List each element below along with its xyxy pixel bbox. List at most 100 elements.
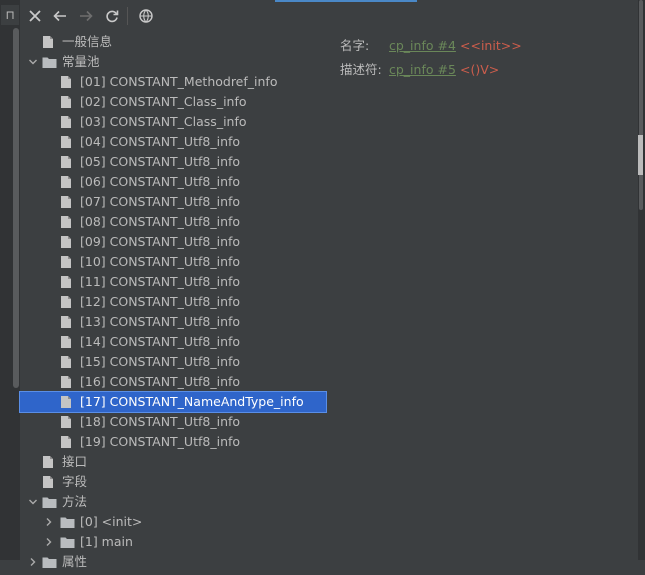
file-icon <box>60 335 74 349</box>
tree-item-method[interactable]: [1] main <box>20 532 326 552</box>
tree-item-constant[interactable]: [19] CONSTANT_Utf8_info <box>20 432 326 452</box>
tree-item-label: [05] CONSTANT_Utf8_info <box>80 154 241 169</box>
tree-item-constant[interactable]: [03] CONSTANT_Class_info <box>20 112 326 132</box>
tree-item-method[interactable]: [0] <init> <box>20 512 326 532</box>
tree-item-label: [02] CONSTANT_Class_info <box>80 94 247 109</box>
left-tool-strip: ⊓ <box>0 0 20 560</box>
refresh-icon <box>106 10 119 23</box>
descriptor-cp-link[interactable]: cp_info #5 <box>389 60 456 80</box>
file-icon <box>42 35 56 49</box>
close-icon <box>29 10 41 22</box>
refresh-button[interactable] <box>102 6 122 26</box>
tree-item-label: 常量池 <box>62 54 100 69</box>
file-icon <box>60 295 74 309</box>
file-icon <box>60 255 74 269</box>
right-scrollbar[interactable] <box>638 0 645 560</box>
file-icon <box>60 355 74 369</box>
tree-item-label: [16] CONSTANT_Utf8_info <box>80 374 241 389</box>
file-icon <box>60 155 74 169</box>
back-button[interactable] <box>50 6 70 26</box>
file-icon <box>60 115 74 129</box>
file-icon <box>60 375 74 389</box>
tree-item-label: [06] CONSTANT_Utf8_info <box>80 174 241 189</box>
tree-item-label: 一般信息 <box>62 34 113 49</box>
web-button[interactable] <box>136 6 156 26</box>
arrow-right-icon <box>80 10 93 22</box>
tree-item-label: 方法 <box>62 494 88 509</box>
name-value: <<init>> <box>460 38 522 53</box>
chevron-right-icon[interactable] <box>42 532 56 552</box>
chevron-right-icon[interactable] <box>42 512 56 532</box>
tree-item-constant[interactable]: [16] CONSTANT_Utf8_info <box>20 372 326 392</box>
tree-item-constant[interactable]: [01] CONSTANT_Methodref_info <box>20 72 326 92</box>
tree-item-constant[interactable]: [11] CONSTANT_Utf8_info <box>20 272 326 292</box>
file-icon <box>42 455 56 469</box>
tree-item-label: [08] CONSTANT_Utf8_info <box>80 214 241 229</box>
tree-item-general[interactable]: 一般信息 <box>20 32 326 52</box>
file-icon <box>60 95 74 109</box>
tree-item-label: [17] CONSTANT_NameAndType_info <box>80 394 304 409</box>
file-icon <box>60 135 74 149</box>
folder-icon <box>42 555 57 569</box>
forward-button[interactable] <box>76 6 96 26</box>
tree-item-constant[interactable]: [10] CONSTANT_Utf8_info <box>20 252 326 272</box>
tree-item-label: [01] CONSTANT_Methodref_info <box>80 74 278 89</box>
tree-item-constant[interactable]: [13] CONSTANT_Utf8_info <box>20 312 326 332</box>
file-icon <box>60 235 74 249</box>
file-icon <box>60 435 74 449</box>
tree-item-label: [04] CONSTANT_Utf8_info <box>80 134 241 149</box>
tree-item-constant[interactable]: [09] CONSTANT_Utf8_info <box>20 232 326 252</box>
tree-item-label: [11] CONSTANT_Utf8_info <box>80 274 241 289</box>
folder-icon <box>60 535 75 549</box>
chevron-down-icon[interactable] <box>26 492 40 512</box>
tree-item-constant[interactable]: [02] CONSTANT_Class_info <box>20 92 326 112</box>
scrollbar-thumb[interactable] <box>13 28 19 388</box>
side-tab[interactable]: ⊓ <box>1 5 19 25</box>
file-icon <box>60 195 74 209</box>
tree-item-constant[interactable]: [08] CONSTANT_Utf8_info <box>20 212 326 232</box>
tree-item-constant[interactable]: [12] CONSTANT_Utf8_info <box>20 292 326 312</box>
close-button[interactable] <box>25 6 45 26</box>
tree-item-label: [13] CONSTANT_Utf8_info <box>80 314 241 329</box>
file-icon <box>60 215 74 229</box>
tree-item-label: [14] CONSTANT_Utf8_info <box>80 334 241 349</box>
tree-item-label: [19] CONSTANT_Utf8_info <box>80 434 241 449</box>
globe-icon <box>139 9 153 23</box>
tree-item-label: [07] CONSTANT_Utf8_info <box>80 194 241 209</box>
tree-item-constant-pool[interactable]: 常量池 <box>20 52 326 72</box>
tree-item-label: [03] CONSTANT_Class_info <box>80 114 247 129</box>
descriptor-value: <()V> <box>460 62 500 77</box>
tree-item-label: [0] <init> <box>80 514 143 529</box>
tree-item-label: [10] CONSTANT_Utf8_info <box>80 254 241 269</box>
toolbar <box>20 0 645 32</box>
file-icon <box>60 315 74 329</box>
tree-item-methods[interactable]: 方法 <box>20 492 326 512</box>
toolbar-separator <box>127 7 128 25</box>
tree-item-constant[interactable]: [15] CONSTANT_Utf8_info <box>20 352 326 372</box>
tree-item-fields[interactable]: 字段 <box>20 472 326 492</box>
folder-icon <box>42 55 57 69</box>
chevron-right-icon[interactable] <box>26 552 40 572</box>
file-icon <box>60 75 74 89</box>
tree-item-constant[interactable]: [18] CONSTANT_Utf8_info <box>20 412 326 432</box>
name-label: 名字: <box>340 38 370 53</box>
tree-item-constant[interactable]: [06] CONSTANT_Utf8_info <box>20 172 326 192</box>
tree-item-constant[interactable]: [07] CONSTANT_Utf8_info <box>20 192 326 212</box>
tree-item-label: [12] CONSTANT_Utf8_info <box>80 294 241 309</box>
tree-item-constant[interactable]: [05] CONSTANT_Utf8_info <box>20 152 326 172</box>
tree-item-interfaces[interactable]: 接口 <box>20 452 326 472</box>
side-panel-marker[interactable] <box>638 135 643 175</box>
chevron-down-icon[interactable] <box>26 52 40 72</box>
tree-item-constant[interactable]: [14] CONSTANT_Utf8_info <box>20 332 326 352</box>
right-scroll-thumb[interactable] <box>639 0 643 210</box>
folder-icon <box>42 495 57 509</box>
tree-item-label: [1] main <box>80 534 133 549</box>
tree-item-constant[interactable]: [17] CONSTANT_NameAndType_info <box>19 391 327 413</box>
tree-item-attributes[interactable]: 属性 <box>20 552 326 572</box>
file-icon <box>60 275 74 289</box>
name-cp-link[interactable]: cp_info #4 <box>389 36 456 56</box>
tree-item-constant[interactable]: [04] CONSTANT_Utf8_info <box>20 132 326 152</box>
tree-item-label: [15] CONSTANT_Utf8_info <box>80 354 241 369</box>
tree-item-label: 接口 <box>62 454 88 469</box>
arrow-left-icon <box>53 10 66 22</box>
